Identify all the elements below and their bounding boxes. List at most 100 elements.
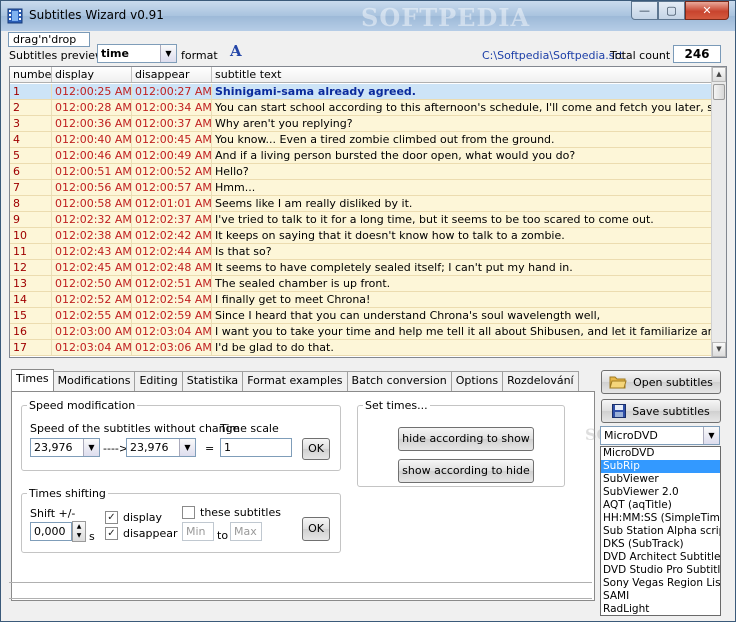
table-row[interactable]: 11012:02:43 AM,2012:02:44 AM,4Is that so… — [10, 244, 713, 260]
table-row[interactable]: 12012:02:45 AM,1012:02:48 AM,8It seems t… — [10, 260, 713, 276]
subtitle-grid[interactable]: number display disappear subtitle text 1… — [9, 66, 727, 358]
cell-display: 012:03:04 AM,9 — [52, 340, 132, 355]
cell-subtitle-text: Seems like I am really disliked by it. — [212, 196, 713, 211]
table-row[interactable]: 1012:00:25 AM,4012:00:27 AM,3Shinigami-s… — [10, 84, 713, 100]
status-divider-top — [9, 582, 592, 583]
cell-number: 13 — [10, 276, 52, 291]
cell-subtitle-text: I'd be glad to do that. — [212, 340, 713, 355]
shift-unit: s — [89, 530, 95, 543]
cell-number: 11 — [10, 244, 52, 259]
scroll-thumb[interactable] — [713, 84, 725, 100]
tab-modifications[interactable]: Modifications — [52, 371, 136, 391]
format-option[interactable]: SubRip — [601, 460, 720, 473]
table-row[interactable]: 15012:02:55 AM,2012:02:59 AM,2Since I he… — [10, 308, 713, 324]
max-input[interactable]: Max — [230, 522, 262, 541]
open-subtitles-button[interactable]: Open subtitles — [601, 370, 721, 394]
speed-from-value: 23,976 — [34, 441, 73, 454]
cell-subtitle-text: And if a living person bursted the door … — [212, 148, 713, 163]
save-subtitles-button[interactable]: Save subtitles — [601, 399, 721, 423]
close-button[interactable]: ✕ — [685, 1, 729, 20]
table-row[interactable]: 10012:02:38 AM,6012:02:42 AM,2It keeps o… — [10, 228, 713, 244]
drag-drop-area[interactable]: drag'n'drop — [8, 32, 90, 47]
format-option[interactable]: Sub Station Alpha script — [601, 525, 720, 538]
table-row[interactable]: 14012:02:52 AM,6012:02:54 AM,3I finally … — [10, 292, 713, 308]
table-row[interactable]: 9012:02:32 AM,6012:02:37 AM,4I've tried … — [10, 212, 713, 228]
display-checkbox[interactable]: ✓ — [105, 511, 118, 524]
speed-modification-group: Speed modification — [21, 399, 341, 471]
cell-number: 3 — [10, 116, 52, 131]
tab-format-examples[interactable]: Format examples — [242, 371, 348, 391]
table-row[interactable]: 7012:00:56 AM,6012:00:57 AM,6Hmm... — [10, 180, 713, 196]
tab-times[interactable]: Times — [11, 369, 54, 391]
tab-editing[interactable]: Editing — [134, 371, 183, 391]
preview-mode-select[interactable]: time ▼ — [97, 44, 177, 63]
table-row[interactable]: 5012:00:46 AM,4012:00:49 AM,8And if a li… — [10, 148, 713, 164]
format-option[interactable]: DVD Architect Subtitle S — [601, 551, 720, 564]
format-option[interactable]: SubViewer — [601, 473, 720, 486]
hide-according-to-show-button[interactable]: hide according to show — [398, 427, 534, 451]
cell-subtitle-text: Why aren't you replying? — [212, 116, 713, 131]
title-bar[interactable]: Subtitles Wizard v0.91 SOFTPEDIA — ▢ ✕ — [1, 1, 735, 32]
shift-spinner[interactable]: ▲ ▼ — [72, 521, 86, 542]
output-format-select[interactable]: MicroDVD ▼ — [600, 426, 720, 445]
format-option[interactable]: AQT (aqTitle) — [601, 499, 720, 512]
column-header-display[interactable]: display — [52, 67, 132, 82]
cell-disappear: 012:02:51 AM,8 — [132, 276, 212, 291]
cell-number: 14 — [10, 292, 52, 307]
these-subtitles-label: these subtitles — [200, 506, 281, 519]
tab-rozdelov-n-[interactable]: Rozdelování — [502, 371, 579, 391]
speed-to-select[interactable]: 23,976 ▼ — [126, 438, 196, 457]
table-row[interactable]: 8012:00:58 AM,8012:01:01 AM,0Seems like … — [10, 196, 713, 212]
min-input[interactable]: Min — [182, 522, 214, 541]
cell-display: 012:00:46 AM,4 — [52, 148, 132, 163]
table-row[interactable]: 6012:00:51 AM,5012:00:52 AM,3Hello? — [10, 164, 713, 180]
cell-display: 012:00:36 AM,9 — [52, 116, 132, 131]
output-format-dropdown[interactable]: MicroDVD SubRip SubViewer SubViewer 2.0 AQT … — [600, 446, 721, 616]
format-option[interactable]: SAMI — [601, 590, 720, 603]
table-row[interactable]: 4012:00:40 AM,9012:00:45 AM,8You know...… — [10, 132, 713, 148]
table-row[interactable]: 17012:03:04 AM,9012:03:06 AM,6I'd be gla… — [10, 340, 713, 356]
shift-input[interactable]: 0,000 — [30, 522, 72, 541]
table-row[interactable]: 16012:03:00 AM,2012:03:04 AM,2I want you… — [10, 324, 713, 340]
cell-display: 012:00:58 AM,8 — [52, 196, 132, 211]
window-controls: — ▢ ✕ — [631, 1, 729, 20]
cell-subtitle-text: Hmm... — [212, 180, 713, 195]
cell-disappear: 012:00:52 AM,3 — [132, 164, 212, 179]
format-option[interactable]: RadLight — [601, 603, 720, 615]
font-icon[interactable]: A — [230, 42, 242, 60]
format-option[interactable]: DVD Studio Pro Subtitle — [601, 564, 720, 577]
grid-scrollbar[interactable]: ▲ ▼ — [711, 67, 726, 357]
cell-disappear: 012:00:37 AM,8 — [132, 116, 212, 131]
speed-ok-button[interactable]: OK — [302, 438, 330, 460]
shift-ok-button[interactable]: OK — [302, 517, 330, 541]
cell-number: 12 — [10, 260, 52, 275]
time-scale-input[interactable]: 1 — [220, 438, 292, 457]
format-option[interactable]: Sony Vegas Region List — [601, 577, 720, 590]
tab-options[interactable]: Options — [450, 371, 504, 391]
these-subtitles-checkbox[interactable] — [182, 506, 195, 519]
preview-label: Subtitles preview: — [9, 49, 108, 62]
cell-number: 1 — [10, 84, 52, 99]
column-header-number[interactable]: number — [10, 67, 52, 82]
scroll-down-icon[interactable]: ▼ — [712, 342, 726, 357]
cell-disappear: 012:01:01 AM,0 — [132, 196, 212, 211]
speed-from-select[interactable]: 23,976 ▼ — [30, 438, 100, 457]
format-option[interactable]: SubViewer 2.0 — [601, 486, 720, 499]
chevron-down-icon: ▼ — [160, 45, 176, 62]
maximize-button[interactable]: ▢ — [658, 1, 685, 20]
cell-subtitle-text: You know... Even a tired zombie climbed … — [212, 132, 713, 147]
table-row[interactable]: 13012:02:50 AM,2012:02:51 AM,8The sealed… — [10, 276, 713, 292]
table-row[interactable]: 3012:00:36 AM,9012:00:37 AM,8Why aren't … — [10, 116, 713, 132]
show-according-to-hide-button[interactable]: show according to hide — [398, 459, 534, 483]
disappear-checkbox[interactable]: ✓ — [105, 527, 118, 540]
tab-batch-conversion[interactable]: Batch conversion — [346, 371, 452, 391]
tab-statistika[interactable]: Statistika — [181, 371, 244, 391]
format-option[interactable]: MicroDVD — [601, 447, 720, 460]
format-option[interactable]: DKS (SubTrack) — [601, 538, 720, 551]
scroll-up-icon[interactable]: ▲ — [712, 67, 726, 82]
format-option[interactable]: HH:MM:SS (SimpleTime) — [601, 512, 720, 525]
minimize-button[interactable]: — — [631, 1, 658, 20]
column-header-subtitle-text[interactable]: subtitle text — [212, 67, 713, 82]
column-header-disappear[interactable]: disappear — [132, 67, 212, 82]
table-row[interactable]: 2012:00:28 AM,1012:00:34 AM,4You can sta… — [10, 100, 713, 116]
